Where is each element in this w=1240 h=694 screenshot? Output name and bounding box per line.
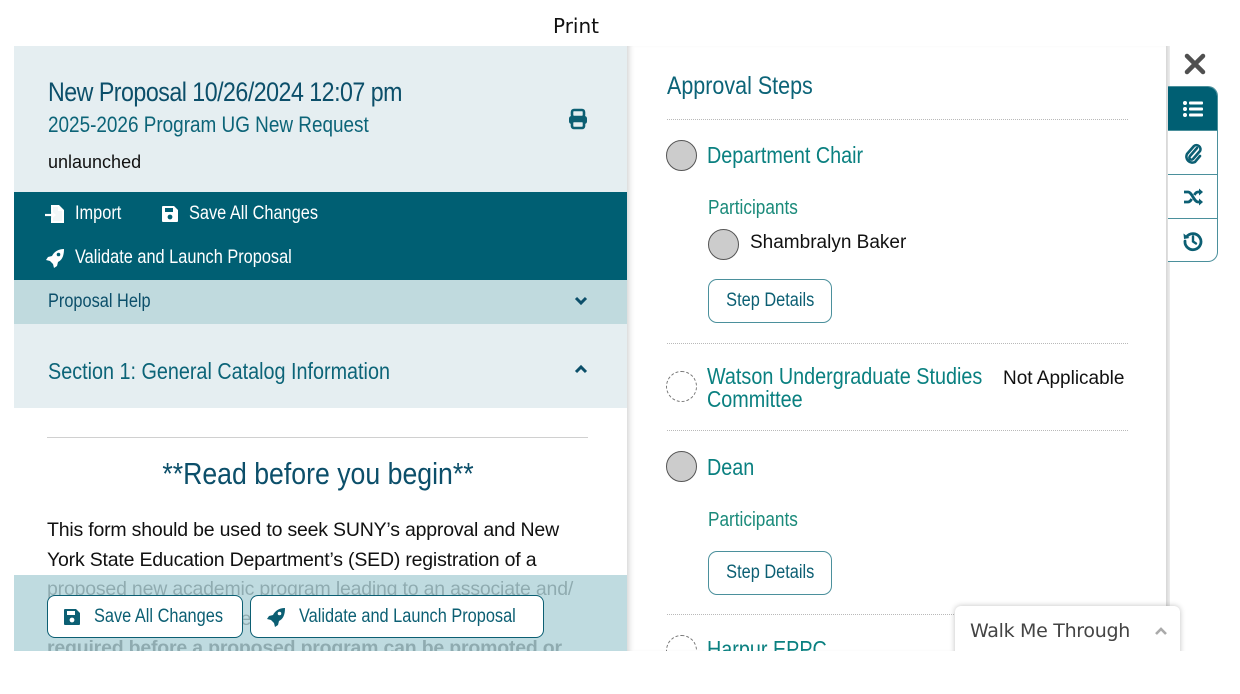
validate-launch-button[interactable]: Validate and Launch Proposal [44,247,327,269]
file-import-icon [45,205,64,223]
shuffle-icon [1183,188,1203,205]
proposal-help-toggle[interactable]: Proposal Help [14,280,627,324]
proposal-header: New Proposal 10/26/2024 12:07 pm 2025-20… [14,46,627,192]
print-annotation: Print [553,14,600,38]
step-details-label: Step Details [725,290,815,311]
section-1-toggle[interactable]: Section 1: General Catalog Information [14,324,627,408]
chevron-down-icon [574,296,588,306]
step-status-pending-icon [666,451,697,482]
print-button[interactable] [567,108,589,130]
participant-status-icon [708,229,739,260]
step-name-line: Committee [707,386,803,412]
bottom-save-all-changes-button[interactable]: Save All Changes [47,595,243,638]
walk-me-through-widget[interactable]: Walk Me Through [955,606,1180,651]
proposal-status: unlaunched [48,152,142,172]
bottom-validate-launch-label: Validate and Launch Proposal [299,605,516,627]
rocket-icon [267,607,285,627]
step-watson-ugs-committee[interactable]: Watson Undergraduate Studies Committee [707,365,982,411]
step-harpur-eppc[interactable]: Harpur EPPC [707,638,827,652]
print-icon [569,108,587,130]
divider [667,343,1128,344]
step-details-button[interactable]: Step Details [708,551,832,595]
tab-workflow[interactable] [1168,175,1217,219]
instructions-line: This form should be used to seek SUNY’s … [47,519,559,541]
proposal-title: New Proposal 10/26/2024 12:07 pm [48,77,402,107]
proposal-help-label: Proposal Help [48,291,151,312]
tab-approval-steps[interactable] [1168,87,1217,131]
divider [667,119,1128,120]
import-button[interactable]: Import [44,203,129,225]
history-icon [1183,232,1202,252]
bottom-validate-launch-button[interactable]: Validate and Launch Proposal [250,595,544,638]
list-icon [1182,100,1203,117]
tab-history[interactable] [1168,219,1217,261]
read-before-heading-text: **Read before you begin** [161,456,474,491]
side-tab-strip [1168,86,1218,262]
chevron-up-icon [1155,627,1167,635]
rocket-icon [46,249,64,268]
step-details-button[interactable]: Step Details [708,279,832,323]
close-icon [1184,53,1206,75]
proposal-subtitle: 2025-2026 Program UG New Request [48,112,369,137]
participant-name: Shambralyn Baker [750,232,907,253]
paperclip-icon [1184,143,1202,164]
participants-label: Participants [708,197,798,219]
proposal-panel: New Proposal 10/26/2024 12:07 pm 2025-20… [14,46,627,651]
instructions-line: York State Education Department’s (SED) … [47,548,537,571]
chevron-up-icon [574,364,588,374]
approval-steps-title: Approval Steps [667,72,813,100]
divider [667,430,1128,431]
bottom-save-label: Save All Changes [94,605,223,627]
not-applicable-label: Not Applicable [1003,368,1125,389]
save-icon [162,206,178,222]
close-button[interactable] [1181,50,1209,78]
save-icon [64,608,80,625]
save-all-changes-button[interactable]: Save All Changes [160,203,339,225]
save-all-changes-label: Save All Changes [189,203,318,224]
approval-steps-panel: Approval Steps Department Chair Particip… [627,46,1168,651]
proposal-toolbar: Import Save All Changes Validate and Lau… [14,192,627,280]
section-divider [47,437,588,438]
step-name-line: Watson Undergraduate Studies [707,363,983,389]
step-details-label: Step Details [725,562,815,583]
step-department-chair[interactable]: Department Chair [707,144,863,167]
walk-me-through-label: Walk Me Through [970,620,1130,642]
step-status-not-applicable-icon [666,635,697,651]
section-1-label: Section 1: General Catalog Information [48,358,390,384]
app-viewport: New Proposal 10/26/2024 12:07 pm 2025-20… [14,46,1230,651]
step-status-pending-icon [666,140,697,171]
tab-attach-files[interactable] [1168,131,1217,175]
read-before-heading: **Read before you begin** [47,456,588,492]
step-status-not-applicable-icon [666,371,697,402]
step-dean[interactable]: Dean [707,456,754,479]
participants-label: Participants [708,509,798,531]
import-label: Import [75,203,122,224]
validate-launch-label: Validate and Launch Proposal [75,247,292,268]
